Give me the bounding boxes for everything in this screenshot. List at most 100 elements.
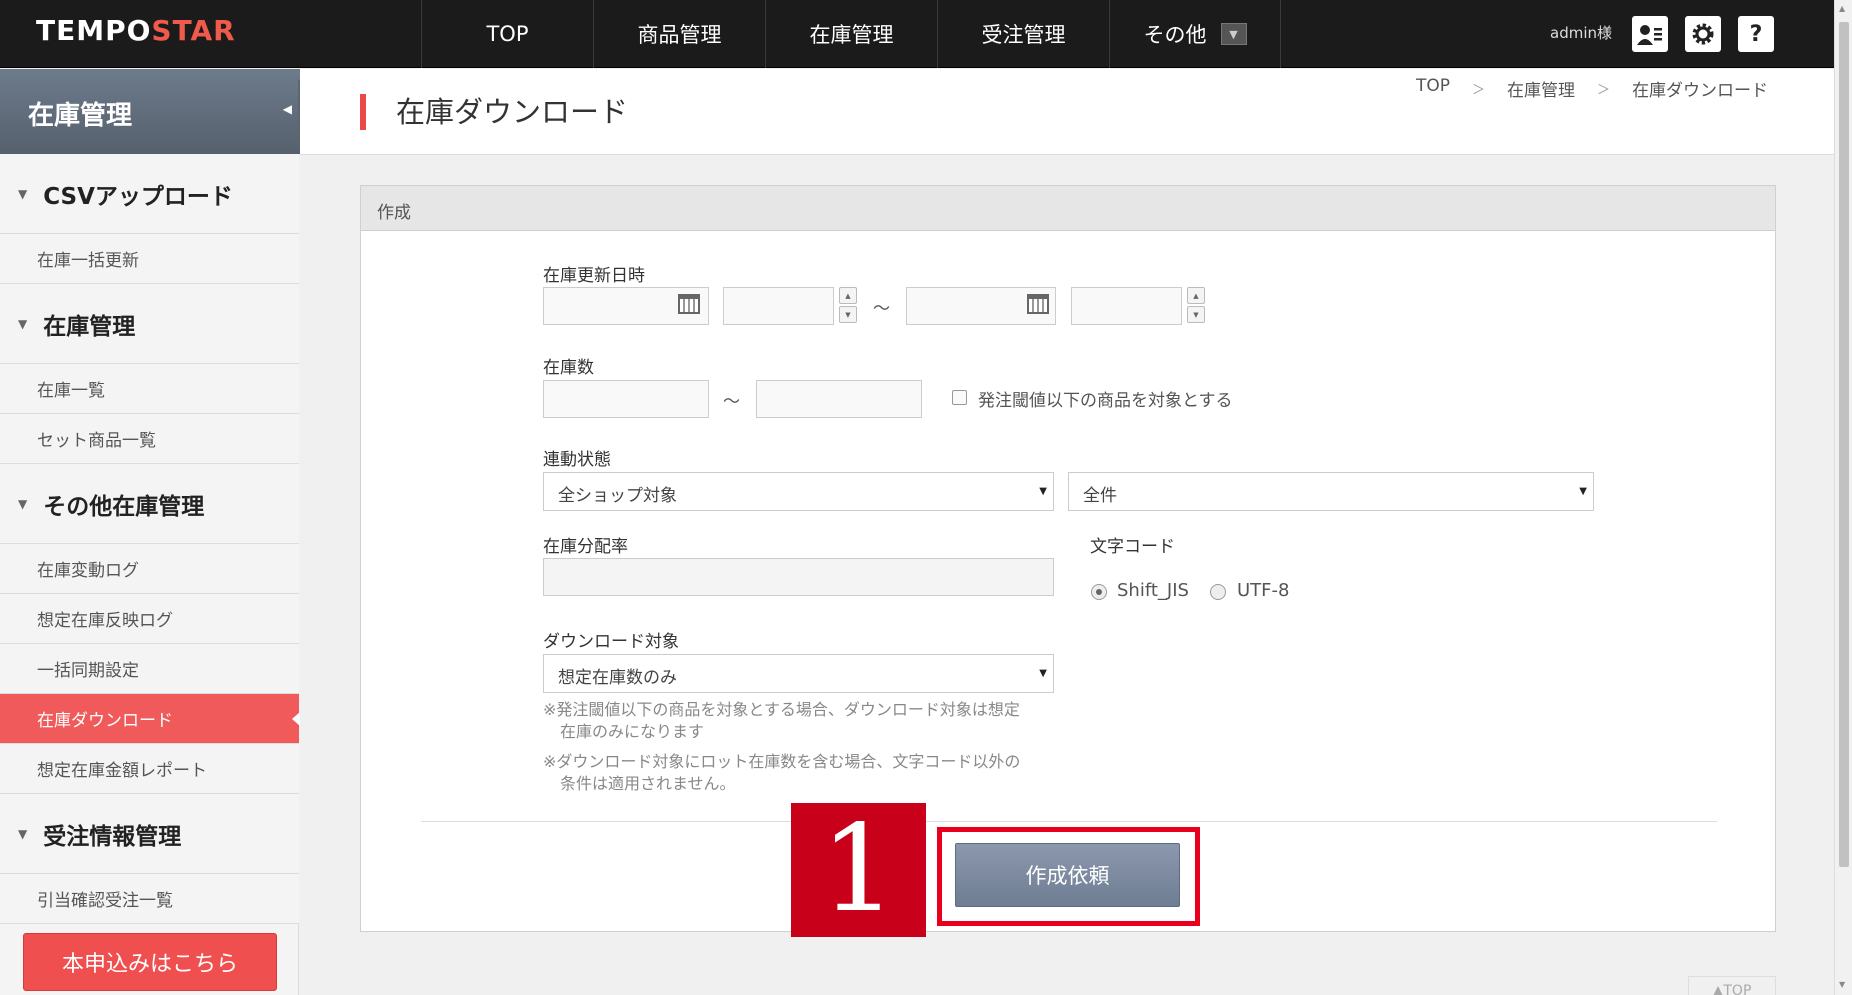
sidebar-item-label: 在庫一括更新 (37, 251, 139, 271)
sidebar-item-bulk-update[interactable]: 在庫一括更新 (0, 234, 299, 284)
stock-max-input[interactable] (756, 380, 922, 418)
threshold-checkbox[interactable] (952, 390, 967, 405)
create-panel: 作成 在庫更新日時 ▲ ▼ ～ ▲ ▼ 在庫数 ～ 発注閾値以下の商品を対象とする … (360, 185, 1776, 932)
scrollbar-thumb[interactable] (1839, 22, 1849, 867)
main-nav: TOP 商品管理 在庫管理 受注管理 その他 ▼ (421, 0, 1281, 68)
threshold-checkbox-label[interactable]: 発注閾値以下の商品を対象とする (978, 386, 1233, 411)
section-label: その他在庫管理 (43, 493, 205, 520)
nav-inventory[interactable]: 在庫管理 (765, 0, 937, 68)
sidebar-item-set-products[interactable]: セット商品一覧 (0, 414, 299, 464)
sidebar-item-label: 引当確認受注一覧 (37, 891, 173, 911)
nav-other[interactable]: その他 ▼ (1109, 0, 1281, 68)
charset-sjis-label[interactable]: Shift_JIS (1117, 580, 1189, 601)
sidebar-section-other-inventory[interactable]: ▼ その他在庫管理 (0, 464, 299, 544)
allocation-rate-input[interactable] (543, 558, 1054, 596)
sidebar-item-label: 想定在庫反映ログ (37, 611, 173, 631)
time-from-input[interactable] (723, 287, 834, 325)
breadcrumb-separator: ＞ (1597, 83, 1611, 98)
user-profile-icon[interactable] (1632, 16, 1668, 52)
charset-utf8-radio[interactable] (1210, 584, 1226, 600)
scroll-down-icon[interactable]: ▼ (1839, 980, 1845, 989)
sidebar-title: 在庫管理 ◀ (0, 69, 318, 154)
link-scope-value: 全件 (1083, 486, 1117, 506)
link-status-label: 連動状態 (543, 450, 611, 470)
time-to-input[interactable] (1071, 287, 1182, 325)
apply-now-button[interactable]: 本申込みはこちら (23, 933, 277, 991)
step-badge: 1 (791, 803, 926, 937)
help-icon[interactable]: ? (1738, 16, 1774, 52)
page-title: 在庫ダウンロード (360, 94, 628, 130)
sidebar-item-reflect-log[interactable]: 想定在庫反映ログ (0, 594, 299, 644)
caret-down-icon: ▼ (18, 186, 28, 201)
nav-inventory-label: 在庫管理 (809, 23, 894, 47)
sidebar-item-inventory-download[interactable]: 在庫ダウンロード (0, 694, 300, 744)
gear-icon[interactable] (1685, 16, 1721, 52)
sidebar-item-sync-settings[interactable]: 一括同期設定 (0, 644, 299, 694)
link-status-value: 全ショップ対象 (558, 486, 677, 506)
calendar-icon[interactable] (1027, 294, 1049, 314)
link-status-select[interactable]: 全ショップ対象 ▼ (543, 472, 1054, 511)
sidebar-item-inventory-list[interactable]: 在庫一覧 (0, 364, 299, 414)
nav-orders-label: 受注管理 (981, 23, 1066, 47)
sidebar-section-csv-upload[interactable]: ▼ CSVアップロード (0, 154, 299, 234)
download-target-value: 想定在庫数のみ (558, 668, 677, 688)
spin-up-icon[interactable]: ▲ (1187, 287, 1205, 304)
breadcrumb-inventory[interactable]: 在庫管理 (1507, 76, 1575, 101)
caret-down-icon: ▼ (18, 496, 28, 511)
spin-up-icon[interactable]: ▲ (839, 287, 857, 304)
allocation-label: 在庫分配率 (543, 537, 628, 557)
breadcrumb-current: 在庫ダウンロード (1632, 81, 1769, 101)
calendar-icon[interactable] (678, 294, 700, 314)
nav-top-label: TOP (486, 22, 529, 46)
charset-sjis-radio[interactable] (1091, 584, 1107, 600)
tempostar-logo[interactable]: TEMPOSTAR (36, 14, 236, 47)
nav-other-label: その他 (1143, 23, 1207, 47)
logo-text-main: TEMPO (36, 14, 152, 47)
download-target-select[interactable]: 想定在庫数のみ ▼ (543, 654, 1054, 693)
nav-products[interactable]: 商品管理 (593, 0, 765, 68)
stock-count-label: 在庫数 (543, 358, 594, 378)
section-label: 在庫管理 (43, 313, 136, 340)
range-separator: ～ (873, 299, 890, 319)
charset-utf8-label[interactable]: UTF-8 (1237, 580, 1289, 601)
breadcrumb-separator: ＞ (1472, 83, 1486, 98)
breadcrumb-top[interactable]: TOP (1416, 76, 1450, 101)
time-to-stepper[interactable]: ▲ ▼ (1187, 287, 1205, 325)
chevron-left-icon[interactable]: ◀ (283, 102, 292, 116)
user-name[interactable]: admin様 (1550, 22, 1612, 43)
section-label: CSVアップロード (43, 183, 233, 210)
nav-orders[interactable]: 受注管理 (937, 0, 1109, 68)
sidebar-item-change-log[interactable]: 在庫変動ログ (0, 544, 299, 594)
sidebar-section-order-info[interactable]: ▼ 受注情報管理 (0, 794, 299, 874)
sidebar-section-inventory[interactable]: ▼ 在庫管理 (0, 284, 299, 364)
sidebar-item-label: 在庫ダウンロード (37, 711, 173, 731)
spin-down-icon[interactable]: ▼ (1187, 306, 1205, 323)
note-line-4: 条件は適用されません。 (560, 774, 736, 793)
spin-down-icon[interactable]: ▼ (839, 306, 857, 323)
scroll-up-icon[interactable]: ▲ (1839, 4, 1845, 13)
breadcrumb: TOP ＞ 在庫管理 ＞ 在庫ダウンロード (1416, 76, 1768, 101)
sidebar-item-label: セット商品一覧 (37, 431, 156, 451)
range-separator: ～ (723, 392, 740, 412)
section-label: 受注情報管理 (43, 823, 182, 850)
panel-title: 作成 (361, 186, 1775, 231)
back-to-top-button[interactable]: ▲TOP (1688, 976, 1776, 995)
download-target-label: ダウンロード対象 (543, 632, 679, 652)
sidebar-item-label: 在庫一覧 (37, 381, 105, 401)
create-request-button[interactable]: 作成依頼 (955, 843, 1180, 907)
stock-min-input[interactable] (543, 380, 709, 418)
nav-top[interactable]: TOP (421, 0, 593, 68)
dropdown-arrow-icon: ▼ (1579, 486, 1587, 497)
time-from-stepper[interactable]: ▲ ▼ (839, 287, 857, 325)
sidebar-item-label: 想定在庫金額レポート (37, 761, 207, 781)
logo-text-accent: STAR (151, 14, 236, 47)
sidebar-item-allocation-orders[interactable]: 引当確認受注一覧 (0, 874, 299, 924)
note-line-1: ※発注閾値以下の商品を対象とする場合、ダウンロード対象は想定 (543, 700, 1020, 719)
vertical-scrollbar[interactable]: ▲ ▼ (1834, 0, 1852, 995)
link-scope-select[interactable]: 全件 ▼ (1068, 472, 1594, 511)
caret-down-icon: ▼ (18, 826, 28, 841)
chevron-down-icon[interactable]: ▼ (1220, 23, 1247, 45)
nav-products-label: 商品管理 (637, 23, 722, 47)
sidebar-item-label: 一括同期設定 (37, 661, 139, 681)
sidebar-item-value-report[interactable]: 想定在庫金額レポート (0, 744, 299, 794)
